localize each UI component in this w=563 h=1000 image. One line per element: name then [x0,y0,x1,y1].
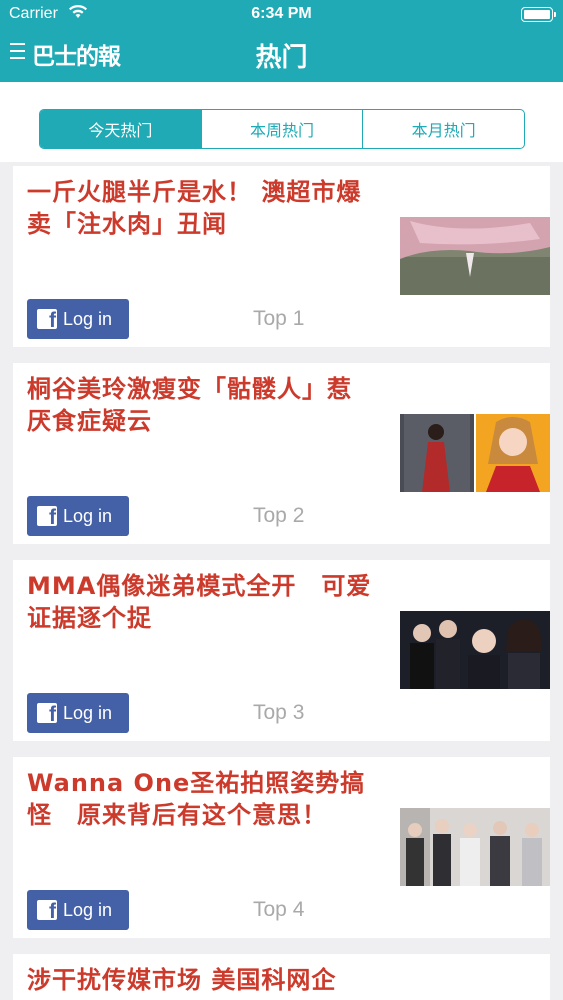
article-thumbnail[interactable] [400,217,550,295]
article-headline[interactable]: 桐谷美玲激瘦变「骷髅人」惹厌食症疑云 [27,373,372,437]
tab-this-month[interactable]: 本月热门 [362,110,524,148]
article-headline[interactable]: Wanna One圣祐拍照姿势搞怪 原来背后有这个意思！ [27,767,372,831]
facebook-icon: f [37,309,57,329]
article-card[interactable]: 一斤火腿半斤是水！ 澳超市爆卖「注水肉」丑闻 f Log in Top 1 [13,166,550,347]
rank-label: Top 4 [253,898,305,921]
facebook-login-button[interactable]: f Log in [27,890,129,930]
meat-image [400,217,550,295]
login-label: Log in [63,308,113,329]
login-label: Log in [63,702,113,723]
status-bar: Carrier 6:34 PM [0,0,563,29]
clock: 6:34 PM [251,5,312,22]
login-label: Log in [63,899,113,920]
facebook-login-button[interactable]: f Log in [27,496,129,536]
rank-label: Top 2 [253,504,305,527]
rank-label: Top 1 [253,307,305,330]
facebook-icon: f [37,703,57,723]
article-thumbnail[interactable] [400,808,550,886]
rank-label: Top 3 [253,701,305,724]
group-photo-image [400,808,550,886]
article-headline[interactable]: 涉干扰传媒市场 美国科网企 [27,964,372,996]
idols-image [400,611,550,689]
article-headline[interactable]: 一斤火腿半斤是水！ 澳超市爆卖「注水肉」丑闻 [27,176,372,240]
facebook-icon: f [37,900,57,920]
article-card[interactable]: 桐谷美玲激瘦变「骷髅人」惹厌食症疑云 f Log in Top 2 [13,363,550,544]
tab-today[interactable]: 今天热门 [40,110,201,148]
login-label: Log in [63,505,113,526]
facebook-login-button[interactable]: f Log in [27,299,129,339]
article-thumbnail[interactable] [400,611,550,689]
facebook-login-button[interactable]: f Log in [27,693,129,733]
nav-bar: 巴士的報 热门 [0,29,563,82]
article-card[interactable]: Wanna One圣祐拍照姿势搞怪 原来背后有这个意思！ f Log in To… [13,757,550,938]
facebook-icon: f [37,506,57,526]
tab-this-week[interactable]: 本周热门 [200,110,363,148]
article-thumbnail[interactable] [400,414,550,492]
actress-image [400,414,550,492]
page-title: 热门 [255,43,308,73]
article-card[interactable]: 涉干扰传媒市场 美国科网企 [13,954,550,1000]
period-segmented-control: 今天热门 本周热门 本月热门 [39,109,525,149]
article-card[interactable]: MMA偶像迷弟模式全开 可爱证据逐个捉 f Log in Top 3 [13,560,550,741]
battery-icon [521,7,556,22]
article-headline[interactable]: MMA偶像迷弟模式全开 可爱证据逐个捉 [27,570,372,634]
tabs-area: 今天热门 本周热门 本月热门 [0,82,563,162]
